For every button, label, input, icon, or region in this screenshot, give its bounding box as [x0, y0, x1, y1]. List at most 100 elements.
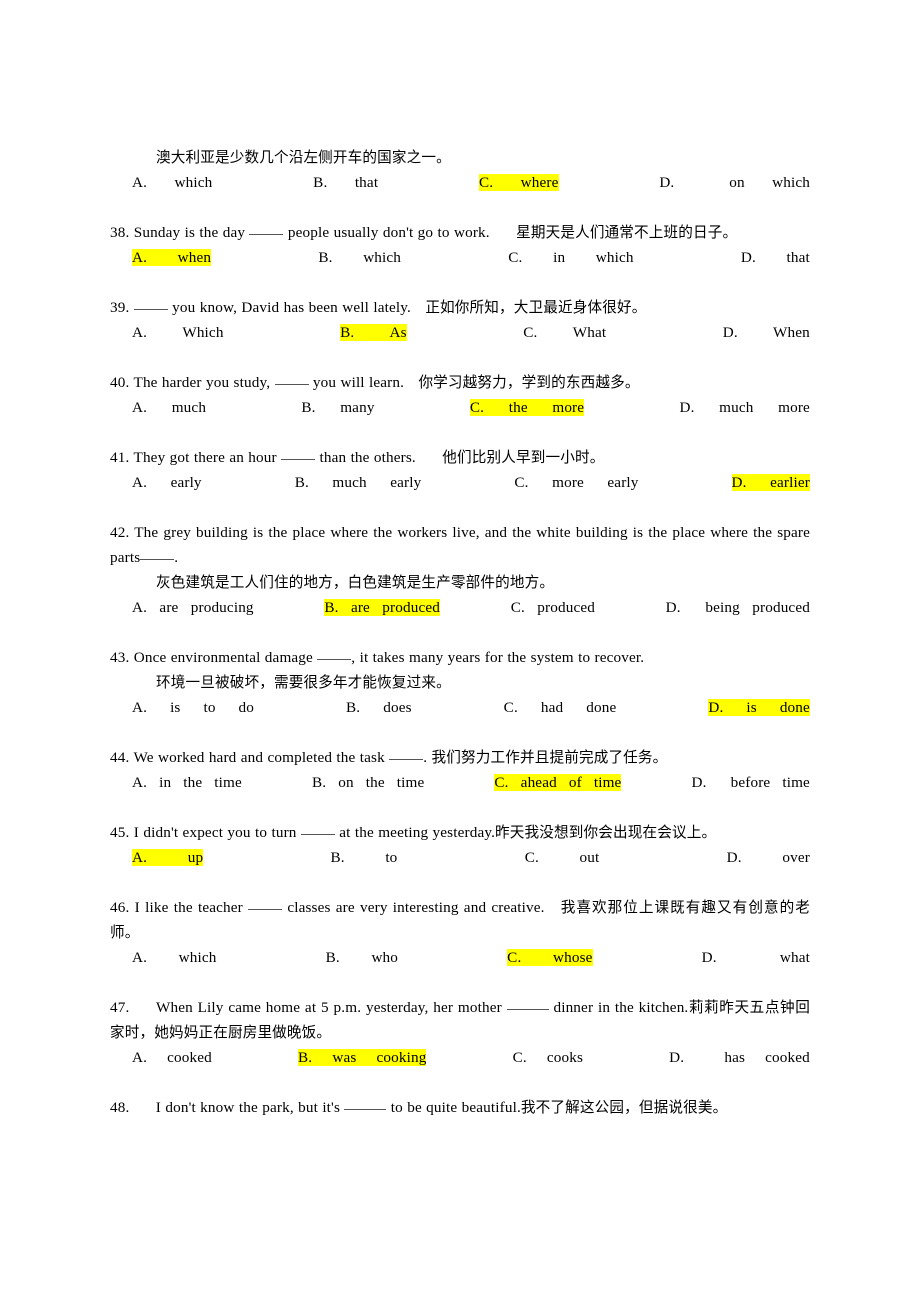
- q41-option-b[interactable]: B. much early: [295, 474, 422, 491]
- q45-option-d[interactable]: D. over: [727, 849, 810, 866]
- q40-option-c[interactable]: C. the more: [469, 399, 585, 416]
- q48-answer-blank[interactable]: [344, 1098, 387, 1110]
- q43-option-d-text: is done: [746, 699, 810, 716]
- q47-option-b[interactable]: B. was cooking: [298, 1049, 427, 1066]
- q38-option-b-text: which: [363, 249, 402, 266]
- q47-option-d[interactable]: D. has cooked: [669, 1049, 810, 1066]
- q40-option-b[interactable]: B. many: [301, 399, 374, 416]
- q38-answer-blank[interactable]: [249, 223, 284, 235]
- q39-option-a[interactable]: A. Which: [132, 324, 224, 341]
- q47-option-b-letter: B.: [298, 1049, 313, 1066]
- q46-option-a-letter: A.: [132, 949, 148, 966]
- q47-answer-blank[interactable]: [506, 998, 549, 1010]
- q44-option-c-text: ahead of time: [520, 774, 622, 791]
- q46-option-b[interactable]: B. who: [326, 949, 398, 966]
- q47-option-a[interactable]: A. cooked: [132, 1049, 212, 1066]
- q37-option-a[interactable]: A. which: [132, 174, 212, 191]
- q42-option-c[interactable]: C. produced: [511, 599, 595, 616]
- q37-option-c-text: where: [520, 174, 559, 191]
- q42-stem: 42. The grey building is the place where…: [110, 524, 810, 566]
- q42-answer-blank[interactable]: [140, 548, 175, 560]
- q39-option-d[interactable]: D. When: [723, 324, 810, 341]
- q48-english-before: I don't know the park, but it's: [155, 1099, 341, 1116]
- q42-option-a[interactable]: A. are producing: [132, 599, 254, 616]
- q39-option-b[interactable]: B. As: [340, 324, 407, 341]
- q45-answer-blank[interactable]: [300, 823, 335, 835]
- q39-answer-blank[interactable]: [133, 298, 168, 310]
- q38-option-c-text: in which: [553, 249, 634, 266]
- q40-option-b-text: many: [340, 399, 375, 416]
- q44-option-c[interactable]: C. ahead of time: [494, 774, 622, 791]
- q38-option-a-text: when: [177, 249, 212, 266]
- q43-option-d[interactable]: D. is done: [708, 699, 810, 716]
- q43-option-c[interactable]: C. had done: [504, 699, 617, 716]
- q42-number: 42.: [110, 524, 130, 541]
- q46-option-c[interactable]: C. whose: [507, 949, 593, 966]
- q45-chinese: 昨天我没想到你会出现在会议上。: [495, 824, 717, 841]
- q45-option-b-text: to: [385, 849, 398, 866]
- q47-option-c[interactable]: C. cooks: [513, 1049, 583, 1066]
- q41-option-d-text: earlier: [770, 474, 810, 491]
- q41-option-a[interactable]: A. early: [132, 474, 202, 491]
- q41-option-d[interactable]: D. earlier: [731, 474, 810, 491]
- q38-english-before: Sunday is the day: [133, 224, 246, 241]
- q42-option-b[interactable]: B. are produced: [324, 599, 440, 616]
- q46-options-row: A. which B. who C. whose D. what: [110, 945, 810, 995]
- q43-english-after: , it takes many years for the system to …: [351, 649, 645, 666]
- q38-stem: 38. Sunday is the day people usually don…: [110, 220, 810, 245]
- q38-option-d[interactable]: D. that: [741, 249, 810, 266]
- q46-option-d[interactable]: D. what: [702, 949, 810, 966]
- q44-option-a[interactable]: A. in the time: [132, 774, 242, 791]
- q37-option-c-letter: C.: [479, 174, 494, 191]
- q40-number: 40.: [110, 374, 130, 391]
- q37-option-b-text: that: [354, 174, 379, 191]
- q41-option-c-text: more early: [552, 474, 639, 491]
- q46-option-a[interactable]: A. which: [132, 949, 217, 966]
- q46-option-d-letter: D.: [701, 949, 717, 966]
- q37-option-b-letter: B.: [313, 174, 328, 191]
- q43-option-b[interactable]: B. does: [346, 699, 412, 716]
- q44-chinese: 我们努力工作并且提前完成了任务。: [431, 749, 668, 766]
- q37-option-b[interactable]: B. that: [313, 174, 378, 191]
- q40-option-a-letter: A.: [132, 399, 148, 416]
- q43-answer-blank[interactable]: [317, 648, 352, 660]
- q41-option-c[interactable]: C. more early: [514, 474, 638, 491]
- q44-answer-blank[interactable]: [389, 748, 424, 760]
- q48-english-after: to be quite beautiful.: [390, 1099, 521, 1116]
- q46-stem: 46. I like the teacher classes are very …: [110, 895, 810, 945]
- q48-number: 48.: [110, 1099, 130, 1116]
- q42-options-row: A. are producing B. are produced C. prod…: [110, 595, 810, 645]
- q38-option-a[interactable]: A. when: [132, 249, 212, 266]
- q42-option-d[interactable]: D. being produced: [666, 599, 810, 616]
- q37-option-d[interactable]: D. on which: [659, 174, 810, 191]
- q39-option-c[interactable]: C. What: [523, 324, 606, 341]
- q41-english-after: than the others.: [319, 449, 416, 466]
- q40-option-d[interactable]: D. much more: [679, 399, 810, 416]
- q37-translation-line: 澳大利亚是少数几个沿左侧开车的国家之一。: [110, 145, 810, 170]
- q43-option-a[interactable]: A. is to do: [132, 699, 254, 716]
- q45-option-b[interactable]: B. to: [330, 849, 397, 866]
- q41-answer-blank[interactable]: [281, 448, 316, 460]
- q39-chinese: 正如你所知，大卫最近身体很好。: [425, 299, 647, 316]
- q45-option-a[interactable]: A. up: [132, 849, 204, 866]
- q39-english-after: you know, David has been well lately.: [172, 299, 411, 316]
- q41-option-d-letter: D.: [731, 474, 747, 491]
- q43-option-a-letter: A.: [132, 699, 148, 716]
- q44-option-d[interactable]: D. before time: [692, 774, 810, 791]
- q38-option-b[interactable]: B. which: [318, 249, 401, 266]
- q37-option-c[interactable]: C. where: [479, 174, 559, 191]
- q38-option-c[interactable]: C. in which: [508, 249, 633, 266]
- q45-number: 45.: [110, 824, 130, 841]
- q41-english-before: They got there an hour: [133, 449, 277, 466]
- q39-option-d-letter: D.: [722, 324, 738, 341]
- q40-answer-blank[interactable]: [274, 373, 309, 385]
- q43-chinese-line: 环境一旦被破坏，需要很多年才能恢复过来。: [110, 670, 810, 695]
- q39-option-a-letter: A.: [132, 324, 148, 341]
- q45-option-c-text: out: [579, 849, 600, 866]
- q44-option-b[interactable]: B. on the time: [312, 774, 424, 791]
- q47-option-d-letter: D.: [669, 1049, 685, 1066]
- q40-option-a[interactable]: A. much: [132, 399, 206, 416]
- q43-option-c-text: had done: [540, 699, 617, 716]
- q46-answer-blank[interactable]: [248, 898, 283, 910]
- q45-option-c[interactable]: C. out: [525, 849, 600, 866]
